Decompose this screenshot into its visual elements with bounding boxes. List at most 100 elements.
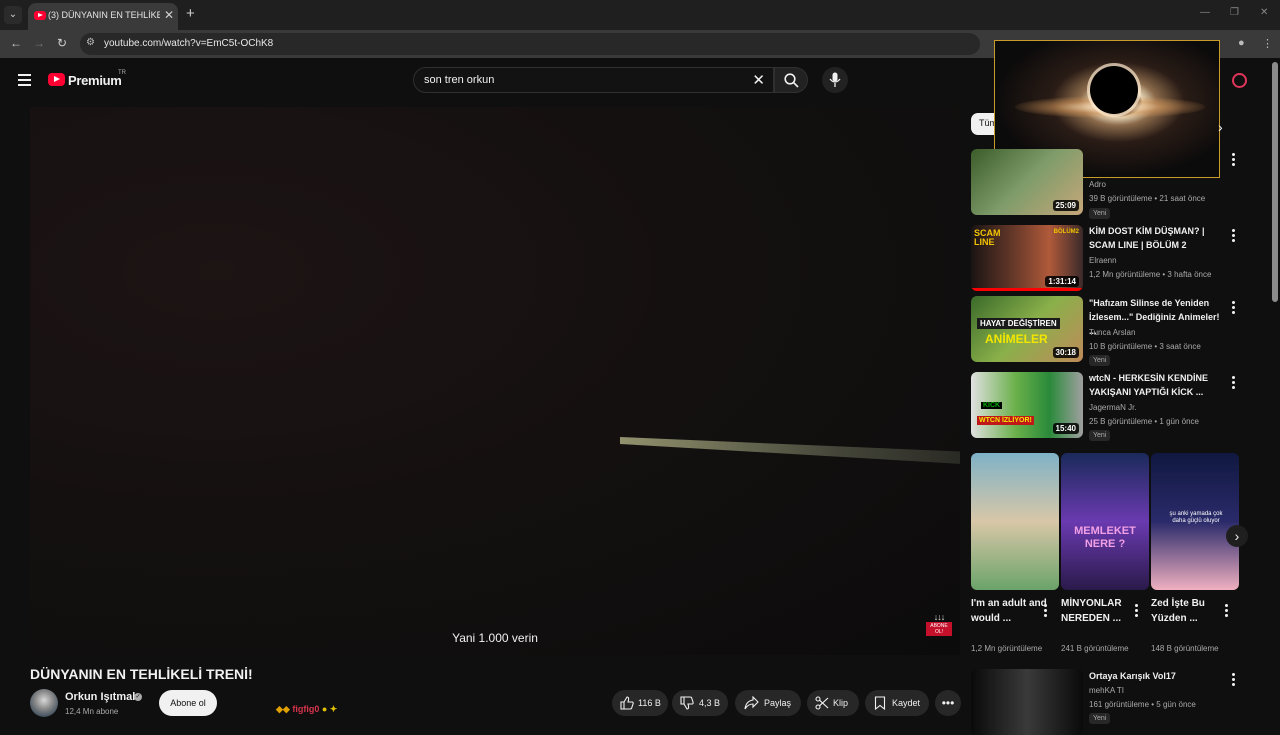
short-views: 148 B görüntüleme <box>1151 644 1219 653</box>
search-query[interactable]: son tren orkun <box>424 74 494 86</box>
thumbnail-text-episode: BÖLÜM2 <box>1053 229 1079 235</box>
channel-name[interactable]: Orkun Işıtmak <box>65 691 138 703</box>
video-duration: 25:09 <box>1052 200 1079 211</box>
save-label: Kaydet <box>892 698 921 708</box>
short-views: 1,2 Mn görüntüleme <box>971 644 1043 653</box>
shorts-next-icon[interactable]: › <box>1226 525 1248 547</box>
share-button[interactable]: Paylaş <box>735 690 801 716</box>
video-channel[interactable]: JagermaN Jr. <box>1089 403 1137 412</box>
url-text[interactable]: youtube.com/watch?v=EmC5t-OChK8 <box>104 38 273 49</box>
short-thumbnail[interactable] <box>971 453 1059 590</box>
verified-icon: ✓ <box>134 693 142 701</box>
account-avatar[interactable] <box>1232 73 1247 88</box>
browser-menu-icon[interactable]: ⋮ <box>1262 37 1273 50</box>
short-views: 241 B görüntüleme <box>1061 644 1129 653</box>
video-menu-icon[interactable] <box>1231 153 1237 168</box>
chips-next-icon[interactable]: › <box>1218 119 1223 135</box>
like-count: 116 B <box>638 698 661 708</box>
video-duration: 15:40 <box>1052 423 1079 434</box>
voice-search-button[interactable] <box>822 67 848 93</box>
channel-avatar[interactable] <box>30 689 58 717</box>
video-title[interactable]: Ortaya Karışık Vol17 <box>1089 669 1227 683</box>
video-menu-icon[interactable] <box>1231 673 1237 688</box>
video-thumbnail[interactable]: KICK WTCN İZLİYOR! 15:40 <box>971 372 1083 438</box>
short-title[interactable]: I'm an adult and would ... <box>971 596 1049 626</box>
short-overlay-text: şu anki yamada çok daha güçlü oluyor <box>1169 511 1223 524</box>
live-chat-ticker: ◆◆ figfig0 ● ✦ <box>276 704 337 715</box>
short-thumbnail[interactable]: MEMLEKET NERE ? <box>1061 453 1149 590</box>
video-title[interactable]: KİM DOST KİM DÜŞMAN? | SCAM LINE | BÖLÜM… <box>1089 224 1227 252</box>
video-thumbnail[interactable] <box>971 669 1083 735</box>
search-button[interactable] <box>774 67 808 93</box>
video-meta: 1,2 Mn görüntüleme • 3 hafta önce <box>1089 270 1212 279</box>
video-duration: 1:31:14 <box>1045 276 1079 287</box>
reload-icon[interactable]: ↻ <box>57 36 67 50</box>
video-meta: 25 B görüntüleme • 1 gün önce <box>1089 417 1199 426</box>
clear-search-icon[interactable]: ✕ <box>752 71 765 89</box>
video-channel[interactable]: Adro <box>1089 180 1106 189</box>
omnibox[interactable]: ⚙ youtube.com/watch?v=EmC5t-OChK8 <box>80 33 980 55</box>
short-title[interactable]: MİNYONLAR NEREDEN ... <box>1061 596 1139 626</box>
short-thumbnail[interactable]: şu anki yamada çok daha güçlü oluyor <box>1151 453 1239 590</box>
thumbnail-text-hayat: HAYAT DEĞİŞTİREN <box>977 318 1060 329</box>
short-title[interactable]: Zed İşte Bu Yüzden ... <box>1151 596 1229 626</box>
scrollbar[interactable] <box>1272 62 1278 302</box>
video-meta: 39 B görüntüleme • 21 saat önce <box>1089 194 1206 203</box>
new-badge: Yeni <box>1089 713 1111 724</box>
video-menu-icon[interactable] <box>1231 301 1237 316</box>
video-duration: 30:18 <box>1052 347 1079 358</box>
video-channel[interactable]: Elraenn <box>1089 256 1117 265</box>
video-thumbnail[interactable]: SCAM LINE BÖLÜM2 1:31:14 <box>971 225 1083 291</box>
tab-search-icon[interactable]: ⌄ <box>4 6 22 24</box>
browser-tabstrip: ⌄ (3) DÜNYANIN EN TEHLİKELİ TRENİ! ✕ + —… <box>0 0 1280 30</box>
emote-icon: ◆◆ <box>276 704 293 714</box>
video-menu-icon[interactable] <box>1231 229 1237 244</box>
forward-icon[interactable]: → <box>33 36 45 50</box>
close-window-icon[interactable]: ✕ <box>1260 7 1268 18</box>
video-thumbnail[interactable]: 25:09 <box>971 149 1083 215</box>
share-label: Paylaş <box>764 698 792 708</box>
profile-icon[interactable]: ● <box>1238 37 1245 49</box>
short-menu-icon[interactable] <box>1224 604 1230 619</box>
subscribe-button[interactable]: Abone ol <box>159 690 217 716</box>
video-channel[interactable]: Tunca Arslan <box>1089 328 1135 337</box>
more-horizontal-icon: ••• <box>941 696 955 710</box>
video-meta: 161 görüntüleme • 5 gün önce <box>1089 700 1196 709</box>
watermark-label: ABONE OL! <box>926 622 952 636</box>
maximize-icon[interactable]: ❐ <box>1230 7 1239 18</box>
new-badge: Yeni <box>1089 208 1111 219</box>
video-player[interactable]: Yani 1.000 verin <box>30 107 960 655</box>
brand-label[interactable]: Premium <box>68 73 122 88</box>
video-channel[interactable]: mehKA TI <box>1089 686 1124 695</box>
youtube-logo-icon[interactable] <box>48 73 65 86</box>
caption-text: Yani 1.000 verin <box>452 631 538 645</box>
watch-progress <box>971 288 1083 291</box>
site-info-icon[interactable]: ⚙ <box>86 37 95 48</box>
video-thumbnail[interactable]: HAYAT DEĞİŞTİREN ANİMELER 30:18 <box>971 296 1083 362</box>
back-icon[interactable]: ← <box>10 36 22 50</box>
dislike-button[interactable]: 4,3 B <box>672 690 728 716</box>
tab-close-icon[interactable]: ✕ <box>164 8 174 22</box>
short-menu-icon[interactable] <box>1134 604 1140 619</box>
subscribe-watermark[interactable]: ↓↓↓ ABONE OL! <box>926 612 952 640</box>
browser-tab[interactable]: (3) DÜNYANIN EN TEHLİKELİ TRENİ! ✕ <box>28 3 178 30</box>
clip-button[interactable]: Klip <box>807 690 859 716</box>
chat-pin-icon: ● ✦ <box>319 704 338 714</box>
minimize-icon[interactable]: — <box>1200 7 1210 18</box>
thumbnail-text-wtcn: WTCN İZLİYOR! <box>977 416 1034 425</box>
guide-menu-icon[interactable] <box>18 74 31 89</box>
thumbnail-text-animeler: ANİMELER <box>985 332 1048 346</box>
search-input[interactable]: son tren orkun ✕ <box>413 67 774 93</box>
video-title[interactable]: wtcN - HERKESİN KENDİNE YAKIŞANI YAPTIĞI… <box>1089 371 1227 399</box>
bookmark-icon <box>874 696 886 710</box>
thumbnail-text-kick: KICK <box>981 402 1003 409</box>
more-actions-button[interactable]: ••• <box>935 690 961 716</box>
short-menu-icon[interactable] <box>1043 604 1049 619</box>
chat-username: figfig0 <box>292 704 320 714</box>
thumbs-down-icon <box>680 696 694 710</box>
new-tab-icon[interactable]: + <box>186 5 195 22</box>
video-meta: 10 B görüntüleme • 3 saat önce <box>1089 342 1201 351</box>
video-menu-icon[interactable] <box>1231 376 1237 391</box>
save-button[interactable]: Kaydet <box>865 690 929 716</box>
like-button[interactable]: 116 B <box>612 690 668 716</box>
